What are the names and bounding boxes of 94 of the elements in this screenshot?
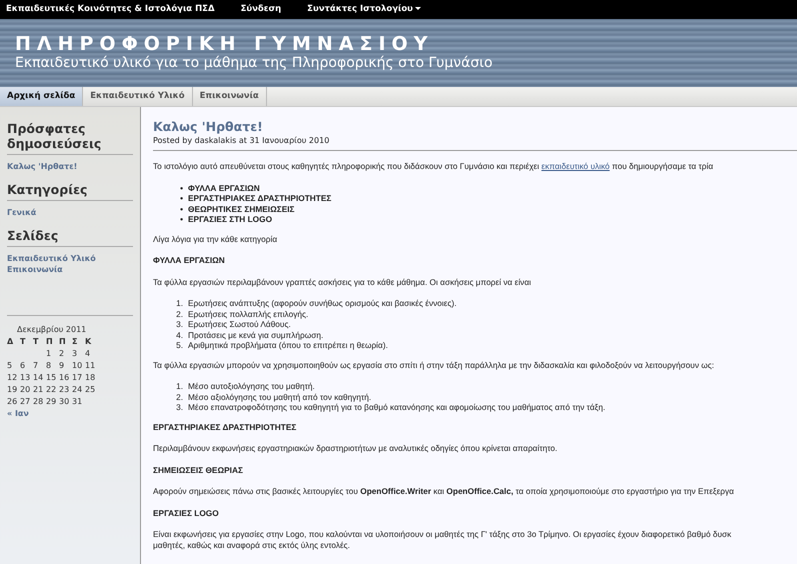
calendar-day: 8 <box>46 360 59 372</box>
paragraph: Τα φύλλα εργασιών περιλαμβάνουν γραπτές ασκήσεις για το κάθε μάθημα. Οι ασκήσεις μπορεί να είναι <box>153 276 532 287</box>
calendar-day: 18 <box>85 372 98 384</box>
weekday-label: Π <box>59 336 67 348</box>
sidebar-link[interactable]: Καλως 'Ηρθατε! <box>7 161 133 172</box>
calendar-day: 13 <box>20 372 33 384</box>
bullet-marker: • <box>179 214 183 224</box>
calendar-day: 5 <box>7 360 20 372</box>
numbered-item: Προτάσεις με κενά για συμπλήρωση. <box>188 330 324 340</box>
paragraph: Τα φύλλα εργασιών μπορούν να χρησιμοποιηθούν ως εργασία στο σπίτι ή στην τάξη παράλληλα με την διδασκαλία και φιλοδοξούν να λειτουργήσουν ως: <box>153 360 716 370</box>
calendar-day: 19 <box>7 384 20 396</box>
sidebar-heading: Πρόσφατες δημοσιεύσεις <box>7 121 133 155</box>
blog-description: Εκπαιδευτικό υλικό για το μάθημα της Πληροφορικής στο Γυμνάσιο <box>15 55 494 72</box>
list-number: 3. <box>175 402 183 412</box>
calendar-day: 12 <box>7 372 20 384</box>
calendar-day: 23 <box>59 384 72 396</box>
calendar-day: 16 <box>59 372 72 384</box>
calendar-day: 1 <box>46 348 59 360</box>
calendar-day: 7 <box>33 360 46 372</box>
inline-link[interactable]: εκπαιδευτικό υλικό <box>541 161 610 171</box>
calendar-day: 6 <box>20 360 33 372</box>
paragraph: Λίγα λόγια για την κάθε κατηγορία <box>153 234 278 244</box>
sidebar-heading: Σελίδες <box>7 228 133 247</box>
numbered-item: Μέσο αυτοξιολόγησης του μαθητή. <box>188 381 315 392</box>
list-number: 2. <box>175 392 183 402</box>
list-number: 1. <box>175 381 183 392</box>
sidebar-link[interactable]: Εκπαιδευτικό Υλικό <box>7 253 133 264</box>
calendar-day: 14 <box>33 372 46 384</box>
bullet-marker: • <box>179 193 183 204</box>
paragraph: Αφορούν σημειώσεις πάνω στις βασικές λειτουργίες του OpenOffice.Writer και OpenOffice.Calc, τα οποία χρησιμοποιούμε στο εργαστήριο για την Επεξεργα <box>153 486 735 496</box>
list-number: 3. <box>175 319 183 330</box>
list-number: 2. <box>175 308 183 319</box>
numbered-item: Μέσο επανατροφοδότησης του καθηγητή για το βαθμό κατανόησης και αφομοίωσης του μαθήματος από την τάξη. <box>188 402 606 412</box>
bullet-item: ΘΕΩΡΗΤΙΚΕΣ ΣΗΜΕΙΩΣΕΙΣ <box>188 204 295 214</box>
sidebar-link[interactable]: Επικοινωνία <box>7 264 133 275</box>
bullet-item: ΦΥΛΛΑ ΕΡΓΑΣΙΩΝ <box>188 182 260 193</box>
calendar-day: 25 <box>85 384 98 396</box>
weekday-label: Π <box>46 336 54 348</box>
weekday-label: Τ <box>33 336 40 348</box>
nav-tab[interactable]: Εκπαιδευτικό Υλικό <box>83 87 193 106</box>
calendar-day: 9 <box>59 360 72 372</box>
bullet-item: ΕΡΓΑΣΙΕΣ ΣΤΗ LOGO <box>188 214 272 224</box>
calendar-day: 30 <box>59 396 72 408</box>
list-number: 5. <box>175 340 183 350</box>
nav-tab[interactable]: Αρχική σελίδα <box>0 87 84 106</box>
calendar-day: 31 <box>72 396 85 408</box>
authors-menu[interactable]: Συντάκτες Ιστολογίου <box>307 0 421 19</box>
post-title[interactable]: Καλως 'Ηρθατε! <box>153 119 797 134</box>
section-heading: ΕΡΓΑΣΙΕΣ LOGO <box>153 508 220 518</box>
paragraph: Είναι εκφωνήσεις για εργασίες στην Logo, που καλούνται να υλοποιήσουν οι μαθητές της Γ' τάξης στο 3ο Τρίμηνο. Οι εργασίες έχουν διαφορετικό βαθμό δυσκ μαθητές, καθώς και αναφορά στις εκτός ύλης εντολές. <box>153 529 732 550</box>
list-number: 4. <box>175 330 183 340</box>
section-heading: ΣΗΜΕΙΩΣΕΙΣ ΘΕΩΡΙΑΣ <box>153 464 244 475</box>
section-heading: ΦΥΛΛΑ ΕΡΓΑΣΙΩΝ <box>153 255 226 266</box>
calendar-day: 26 <box>7 396 20 408</box>
calendar-day: 20 <box>20 384 33 396</box>
numbered-item: Αριθμητικά προβλήματα (όπου το επιτρέπει η θεωρία). <box>188 340 388 350</box>
paragraph: Περιλαμβάνουν εκφωνήσεις εργαστηριακών δραστηριοτήτων με αναλυτικές οδηγίες όπου κρίνεται απαραίτητο. <box>153 443 558 454</box>
numbered-item: Μέσο αξιολόγησης του μαθητή από τον καθηγητή. <box>188 392 372 402</box>
section-heading: ΕΡΓΑΣΤΗΡΙΑΚΕΣ ΔΡΑΣΤΗΡΙΟΤΗΤΕΣ <box>153 422 298 432</box>
previous-month-link[interactable]: « Ιαν <box>7 408 133 419</box>
nav-tab[interactable]: Επικοινωνία <box>192 87 267 106</box>
sidebar-link[interactable]: Γενικά <box>7 207 133 218</box>
calendar-day: 29 <box>46 396 59 408</box>
calendar-day: 4 <box>85 348 98 360</box>
calendar-day: 21 <box>33 384 46 396</box>
calendar-day: 10 <box>72 360 85 372</box>
caret-icon <box>414 7 421 10</box>
paragraph: Το ιστολόγιο αυτό απευθύνεται στους καθηγητές πληροφορικής που διδάσκουν στο Γυμνάσιο και περιέχει εκπαιδευτικό υλικό που δημιουργήσαμε τα τρία <box>153 161 714 172</box>
calendar-day: 3 <box>72 348 85 360</box>
calendar-month: Δεκεμβρίου 2011 <box>16 324 88 336</box>
bullet-marker: • <box>179 204 183 214</box>
login-link[interactable]: Σύνδεση <box>240 0 282 19</box>
weekday-label: Δ <box>7 336 14 348</box>
numbered-item: Ερωτήσεις ανάπτυξης (αφορούν συνήθως ορισμούς και βασικές έννοιες). <box>188 298 457 308</box>
calendar-day: 22 <box>46 384 59 396</box>
weekday-label: Κ <box>85 336 92 348</box>
post-byline: Posted by daskalakis at 31 Ιανουαρίου 2010 <box>153 135 797 151</box>
calendar-day: 24 <box>72 384 85 396</box>
calendar-day: 15 <box>46 372 59 384</box>
calendar-day: 17 <box>72 372 85 384</box>
calendar-day: 28 <box>33 396 46 408</box>
list-number: 1. <box>175 298 183 308</box>
weekday-label: Τ <box>20 336 26 348</box>
bullet-marker: • <box>179 182 183 193</box>
numbered-item: Ερωτήσεις πολλαπλής επιλογής. <box>188 308 308 319</box>
bullet-item: ΕΡΓΑΣΤΗΡΙΑΚΕΣ ΔΡΑΣΤΗΡΙΟΤΗΤΕΣ <box>188 193 332 204</box>
site-network-title[interactable]: Εκπαιδευτικές Κοινότητες & Ιστολόγια ΠΣΔ <box>6 0 215 19</box>
calendar-day: 27 <box>20 396 33 408</box>
blog-title[interactable]: ΠΛΗΡΟΦΟΡΙΚΗ ΓΥΜΝΑΣΙΟΥ <box>15 33 782 55</box>
calendar-day: 11 <box>85 360 98 372</box>
numbered-item: Ερωτήσεις Σωστού Λάθους. <box>188 319 291 330</box>
weekday-label: Σ <box>72 336 78 348</box>
calendar-day: 2 <box>59 348 72 360</box>
sidebar-heading: Κατηγορίες <box>7 182 133 201</box>
